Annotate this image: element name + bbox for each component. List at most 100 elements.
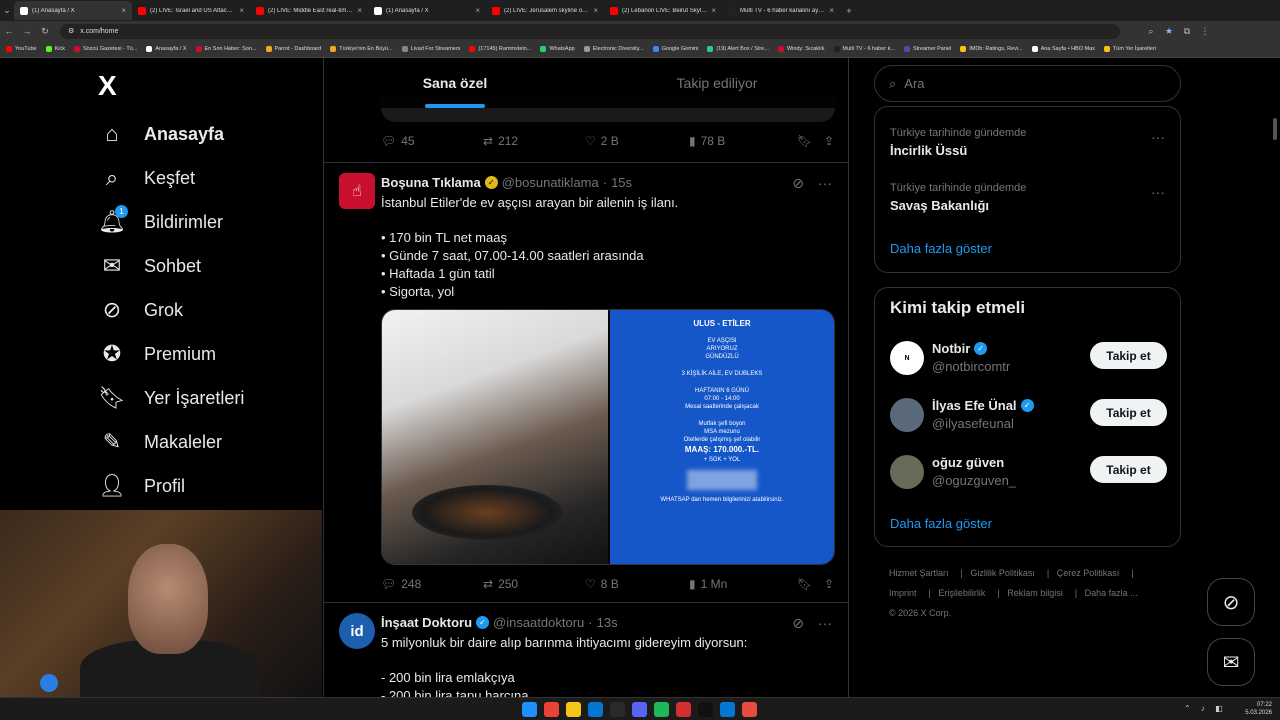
- bookmark-item[interactable]: Google Gemini: [652, 46, 698, 52]
- repost-button[interactable]: ⇄ 212: [483, 134, 585, 148]
- browser-tab[interactable]: (2) Lebanon LIVE: Beirut Skylin... ×: [604, 1, 722, 20]
- taskbar-app-icon[interactable]: [676, 702, 691, 717]
- bookmark-item[interactable]: Windy: Sıcaklık: [777, 46, 825, 52]
- footer-link[interactable]: Çerez Politikası: [1057, 568, 1120, 578]
- tab-search-icon[interactable]: ⌄: [0, 5, 14, 16]
- follow-suggestion[interactable]: N Notbir ✓ @notbircomtr Takip et: [890, 341, 1167, 377]
- browser-tab[interactable]: (2) LIVE: Jerusalem skyline on D... ×: [486, 1, 604, 20]
- avatar[interactable]: ☝: [339, 173, 375, 209]
- close-icon[interactable]: ×: [593, 6, 598, 15]
- search-box[interactable]: ⌕ Ara: [874, 65, 1181, 102]
- bookmark-item[interactable]: (19) Alert Box / Stre...: [707, 46, 769, 52]
- grok-icon[interactable]: ⊘: [792, 615, 804, 632]
- bookmark-item[interactable]: YouTube: [6, 46, 37, 52]
- footer-link[interactable]: Imprint: [889, 588, 917, 598]
- close-icon[interactable]: ×: [357, 6, 362, 15]
- post-time[interactable]: 13s: [597, 615, 618, 630]
- trend-more-icon[interactable]: ···: [1151, 184, 1165, 200]
- nav-item-premium[interactable]: ✪ Premium: [98, 340, 216, 368]
- avatar[interactable]: [890, 455, 924, 489]
- nav-item-bell[interactable]: 🔔︎ 1 Bildirimler: [98, 205, 223, 236]
- chef-photo[interactable]: [382, 310, 608, 564]
- star-icon[interactable]: ★: [1160, 26, 1178, 37]
- taskbar-app-icon[interactable]: [720, 702, 735, 717]
- bookmark-item[interactable]: Electronic Diversity...: [583, 46, 644, 52]
- views-button[interactable]: ▮ 78 B: [689, 134, 797, 148]
- reply-button[interactable]: 💬︎ 45: [381, 134, 483, 148]
- post-bosunatiklama[interactable]: ☝ Boşuna Tıklama ✓ @bosunatiklama · 15s …: [324, 162, 848, 602]
- grok-fab-button[interactable]: ⊘: [1207, 578, 1255, 626]
- new-tab-icon[interactable]: +: [840, 6, 858, 16]
- share-button[interactable]: ⇪: [824, 577, 834, 591]
- follow-button[interactable]: Takip et: [1090, 342, 1167, 369]
- close-icon[interactable]: ×: [239, 6, 244, 15]
- taskbar-app-icon[interactable]: [544, 702, 559, 717]
- post-insaatdoktoru[interactable]: id İnşaat Doktoru ✓ @insaatdoktoru · 13s…: [324, 602, 848, 697]
- page-scrollbar[interactable]: [1273, 118, 1277, 140]
- follow-button[interactable]: Takip et: [1090, 399, 1167, 426]
- repost-button[interactable]: ⇄ 250: [483, 577, 585, 591]
- reload-icon[interactable]: ↻: [36, 26, 54, 37]
- footer-link[interactable]: Erişilebilirlik: [938, 588, 985, 598]
- footer-link[interactable]: Hizmet Şartları: [889, 568, 949, 578]
- like-button[interactable]: ♡ 8 B: [585, 577, 689, 591]
- follow-button[interactable]: Takip et: [1090, 456, 1167, 483]
- share-button[interactable]: ⇪: [824, 134, 834, 148]
- browser-tab[interactable]: (1) Anasayfa / X ×: [14, 1, 132, 20]
- avatar[interactable]: id: [339, 613, 375, 649]
- nav-item-mail[interactable]: ✉ Sohbet: [98, 252, 201, 280]
- tab-for-you[interactable]: Sana özel: [324, 58, 586, 108]
- bookmark-item[interactable]: Multi TV - 6 haber k...: [833, 46, 895, 52]
- bookmark-item[interactable]: Tüm Yer İşaretleri: [1103, 46, 1156, 52]
- grok-icon[interactable]: ⊘: [792, 175, 804, 192]
- bookmark-item[interactable]: Livad For Streamers: [401, 46, 460, 52]
- bookmark-item[interactable]: Anasayfa / X: [146, 46, 187, 52]
- bookmark-button[interactable]: 🔖︎: [797, 134, 824, 148]
- bookmark-item[interactable]: Streamer Panel: [903, 46, 951, 52]
- nav-item-profile[interactable]: 👤︎ Profil: [98, 472, 185, 500]
- bookmark-item[interactable]: Kick: [45, 46, 65, 52]
- bookmark-item[interactable]: (17145) Rammstein...: [469, 46, 531, 52]
- author-name[interactable]: Boşuna Tıklama: [381, 175, 481, 190]
- close-icon[interactable]: ×: [711, 6, 716, 15]
- nav-item-article[interactable]: ✎ Makaleler: [98, 428, 222, 456]
- nav-item-bookmark[interactable]: 🔖︎ Yer İşaretleri: [98, 384, 244, 412]
- reply-button[interactable]: 💬︎ 248: [381, 577, 483, 591]
- more-icon[interactable]: ···: [818, 175, 832, 192]
- bookmark-item[interactable]: Parrot - Dashboard: [265, 46, 321, 52]
- footer-link[interactable]: Reklam bilgisi: [1007, 588, 1063, 598]
- bookmark-button[interactable]: 🔖︎: [797, 577, 824, 591]
- close-icon[interactable]: ×: [475, 6, 480, 15]
- more-icon[interactable]: ···: [818, 615, 832, 632]
- follow-suggestion[interactable]: oğuz güven @oguzguven_ Takip et: [890, 455, 1167, 491]
- avatar[interactable]: N: [890, 341, 924, 375]
- bookmark-item[interactable]: IMDb: Ratings, Revi...: [960, 46, 1023, 52]
- show-more-link[interactable]: Daha fazla göster: [890, 241, 992, 256]
- nav-item-search[interactable]: ⌕ Keşfet: [98, 164, 195, 192]
- like-button[interactable]: ♡ 2 B: [585, 134, 689, 148]
- bookmark-item[interactable]: Türkiye'nin En Büyü...: [330, 46, 393, 52]
- forward-icon[interactable]: →: [18, 26, 36, 36]
- site-info-icon[interactable]: ⚙: [68, 27, 74, 35]
- taskbar-app-icon[interactable]: [742, 702, 757, 717]
- avatar[interactable]: [890, 398, 924, 432]
- zoom-icon[interactable]: ⌕: [1142, 26, 1160, 37]
- post-media[interactable]: ULUS - ETİLER EV AŞÇISI ARIYORUZ GÜNDÜZLÜ 3 …: [381, 309, 835, 565]
- trend-item[interactable]: Türkiye tarihinde gündemde İncirlik Üssü: [890, 127, 1026, 158]
- taskbar-app-icon[interactable]: [522, 702, 537, 717]
- bookmark-item[interactable]: WhatsApp: [540, 46, 575, 52]
- taskbar-app-icon[interactable]: [632, 702, 647, 717]
- back-icon[interactable]: ←: [0, 26, 18, 36]
- follow-suggestion[interactable]: İlyas Efe Ünal ✓ @ilyasefeunal Takip et: [890, 398, 1167, 434]
- messages-fab-button[interactable]: ✉: [1207, 638, 1255, 686]
- tab-following[interactable]: Takip ediliyor: [586, 58, 848, 108]
- system-tray-icons[interactable]: ⌃ ♪ ◧: [1184, 704, 1227, 713]
- taskbar-app-icon[interactable]: [588, 702, 603, 717]
- show-more-link[interactable]: Daha fazla göster: [890, 516, 992, 531]
- author-name[interactable]: İnşaat Doktoru: [381, 615, 472, 630]
- trend-item[interactable]: Türkiye tarihinde gündemde Savaş Bakanlı…: [890, 182, 1026, 213]
- footer-link[interactable]: Gizlilik Politikası: [970, 568, 1035, 578]
- footer-link[interactable]: Daha fazla ...: [1085, 588, 1138, 598]
- post-time[interactable]: 15s: [611, 175, 632, 190]
- extensions-icon[interactable]: ⧉: [1178, 26, 1196, 37]
